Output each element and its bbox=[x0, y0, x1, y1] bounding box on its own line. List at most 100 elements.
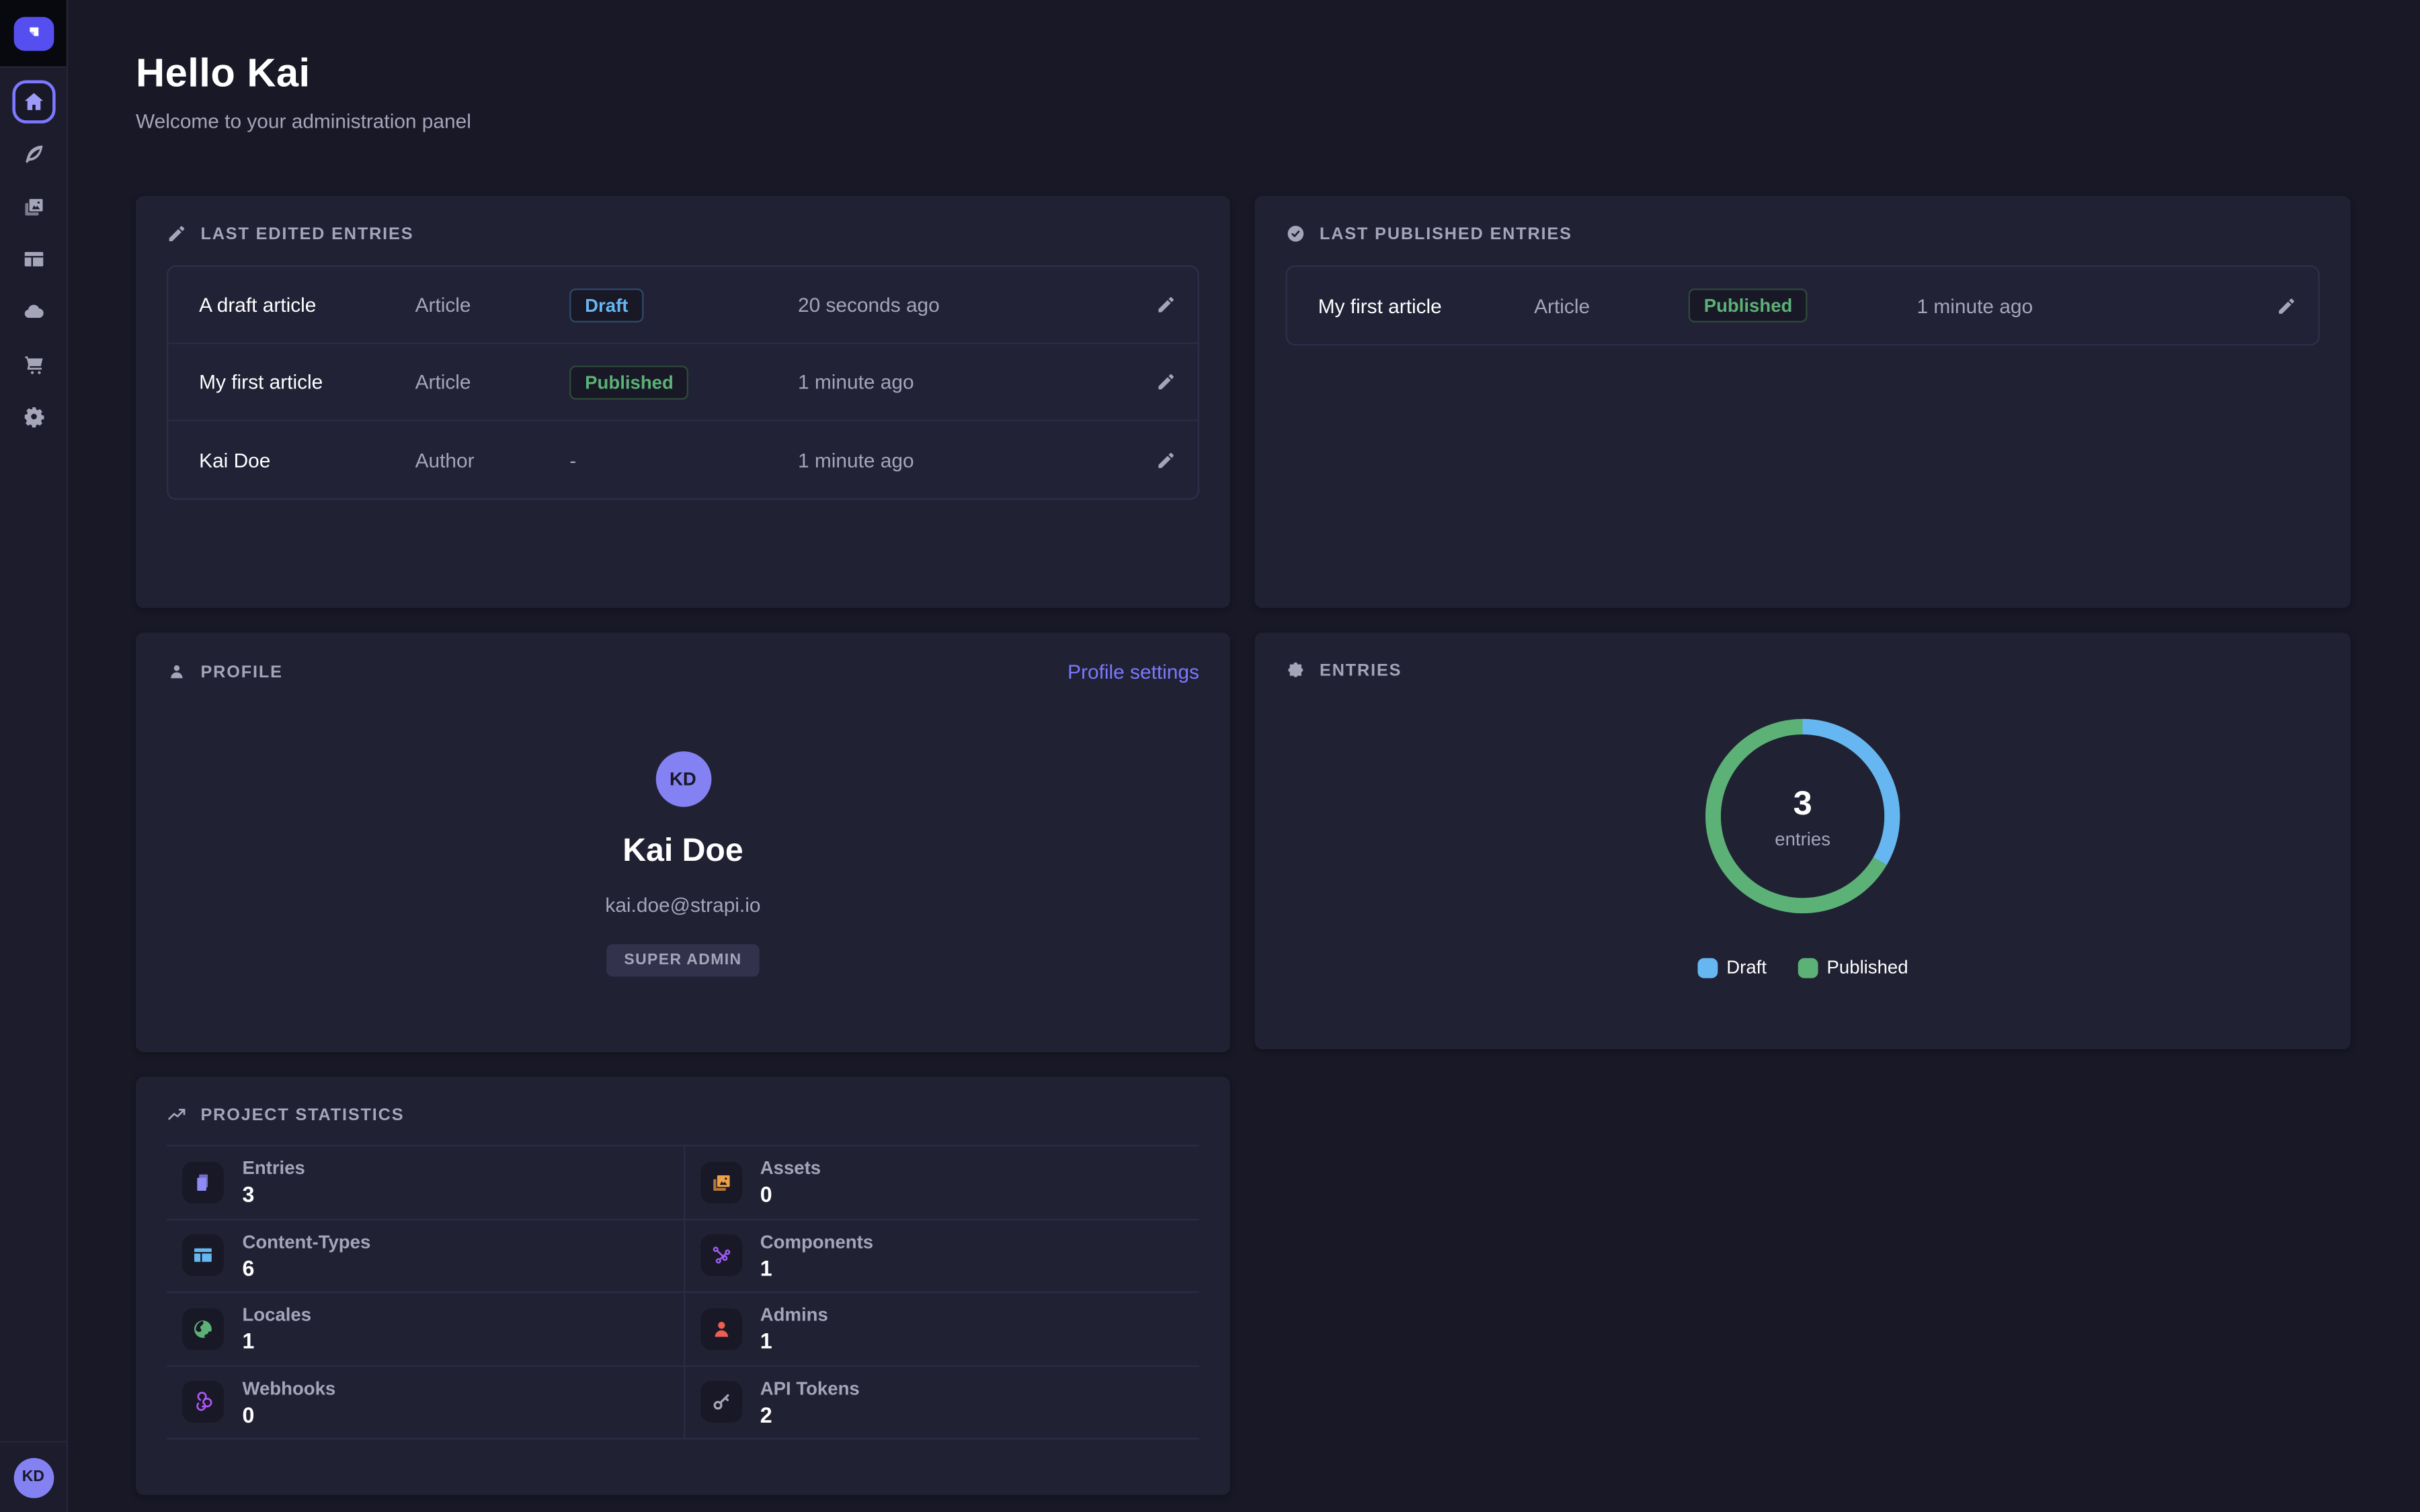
user-avatar[interactable]: KD bbox=[13, 1457, 54, 1497]
stat-value: 0 bbox=[760, 1182, 821, 1207]
entry-time: 1 minute ago bbox=[798, 448, 1130, 471]
key-icon bbox=[709, 1390, 732, 1413]
strapi-logo-icon[interactable] bbox=[13, 16, 54, 50]
entries-total-label: entries bbox=[1775, 828, 1830, 849]
sidebar: KD bbox=[0, 0, 68, 1512]
pencil-icon bbox=[167, 224, 187, 244]
images-icon bbox=[21, 194, 46, 219]
draft-swatch bbox=[1697, 958, 1718, 978]
edit-entry-button[interactable] bbox=[1156, 372, 1176, 392]
stat-item: Admins1 bbox=[683, 1293, 1199, 1366]
last-published-table: My first article Article Published 1 min… bbox=[1285, 265, 2319, 345]
stat-value: 2 bbox=[760, 1402, 860, 1427]
entry-type: Article bbox=[415, 293, 570, 316]
stat-item: Locales1 bbox=[167, 1293, 683, 1366]
stat-item: API Tokens 2 bbox=[683, 1366, 1199, 1439]
gear-icon bbox=[21, 405, 46, 429]
entry-type: Article bbox=[415, 370, 570, 393]
profile-name: Kai Doe bbox=[622, 833, 743, 870]
entry-type: Article bbox=[1534, 294, 1689, 317]
profile-card: PROFILE Profile settings KD Kai Doe kai.… bbox=[136, 632, 1230, 1052]
person-icon bbox=[709, 1317, 732, 1340]
entry-name: A draft article bbox=[199, 293, 415, 316]
stat-label: Content-Types bbox=[242, 1231, 370, 1253]
profile-avatar: KD bbox=[655, 751, 711, 807]
logo-area bbox=[0, 0, 67, 68]
card-title: ENTRIES bbox=[1320, 661, 1402, 680]
network-icon bbox=[709, 1244, 732, 1267]
app-window: KD Hello Kai Welcome to your administrat… bbox=[0, 0, 2420, 1512]
main-content: Hello Kai Welcome to your administration… bbox=[68, 0, 2420, 1512]
stat-value: 0 bbox=[242, 1402, 335, 1427]
home-icon bbox=[21, 89, 46, 114]
stat-item: Entries 3 bbox=[167, 1146, 683, 1220]
webhook-icon bbox=[192, 1390, 214, 1413]
document-icon bbox=[192, 1171, 214, 1193]
entries-total: 3 bbox=[1793, 783, 1812, 823]
sidebar-nav bbox=[0, 68, 67, 1441]
status-badge: Published bbox=[569, 365, 689, 399]
pencil-icon bbox=[1156, 450, 1176, 470]
stat-label: Locales bbox=[242, 1304, 311, 1326]
edit-entry-button[interactable] bbox=[2276, 296, 2296, 316]
table-row: My first article Article Published 1 min… bbox=[1287, 267, 2318, 344]
card-title: LAST PUBLISHED ENTRIES bbox=[1320, 224, 1572, 243]
check-circle-icon bbox=[1285, 224, 1305, 244]
stat-label: Components bbox=[760, 1231, 873, 1253]
entries-card: ENTRIES 3 entries bbox=[1255, 632, 2351, 1049]
sidebar-item-media-library[interactable] bbox=[11, 185, 54, 228]
entry-type: Author bbox=[415, 448, 570, 471]
feather-icon bbox=[21, 142, 46, 167]
stat-value: 1 bbox=[760, 1255, 873, 1280]
status-badge: - bbox=[569, 448, 576, 471]
page-subtitle: Welcome to your administration panel bbox=[136, 110, 2351, 132]
sidebar-item-deploy[interactable] bbox=[11, 290, 54, 333]
legend-label: Draft bbox=[1726, 956, 1767, 978]
profile-settings-link[interactable]: Profile settings bbox=[1067, 661, 1199, 683]
cloud-icon bbox=[21, 299, 46, 324]
stat-item: Assets0 bbox=[683, 1146, 1199, 1220]
sidebar-item-marketplace[interactable] bbox=[11, 343, 54, 386]
sidebar-footer: KD bbox=[0, 1441, 67, 1512]
edit-entry-button[interactable] bbox=[1156, 450, 1176, 470]
entry-name: My first article bbox=[1318, 294, 1534, 317]
pencil-icon bbox=[2276, 296, 2296, 316]
entry-time: 1 minute ago bbox=[798, 370, 1130, 393]
sidebar-item-content-manager[interactable] bbox=[11, 132, 54, 175]
last-edited-entries-card: LAST EDITED ENTRIES A draft article Arti… bbox=[136, 196, 1230, 608]
status-badge: Published bbox=[1689, 288, 1808, 323]
entry-name: My first article bbox=[199, 370, 415, 393]
page-title: Hello Kai bbox=[136, 49, 2351, 97]
entry-time: 20 seconds ago bbox=[798, 293, 1130, 316]
card-title: LAST EDITED ENTRIES bbox=[200, 224, 413, 243]
layout-icon bbox=[192, 1244, 214, 1267]
cart-icon bbox=[21, 351, 46, 376]
published-swatch bbox=[1798, 958, 1818, 978]
stat-label: Entries bbox=[242, 1158, 305, 1179]
puzzle-icon bbox=[1285, 661, 1305, 681]
edit-entry-button[interactable] bbox=[1156, 295, 1176, 315]
role-badge: SUPER ADMIN bbox=[607, 944, 759, 976]
entry-time: 1 minute ago bbox=[1917, 294, 2251, 317]
profile-email: kai.doe@strapi.io bbox=[605, 893, 760, 916]
table-row: A draft article Article Draft 20 seconds… bbox=[168, 267, 1197, 344]
sidebar-item-settings[interactable] bbox=[11, 395, 54, 438]
sidebar-item-home[interactable] bbox=[11, 80, 54, 123]
pencil-icon bbox=[1156, 372, 1176, 392]
stat-value: 6 bbox=[242, 1255, 370, 1280]
chart-legend: Draft Published bbox=[1697, 956, 1908, 978]
last-edited-table: A draft article Article Draft 20 seconds… bbox=[167, 265, 1199, 500]
stat-item: Content-Types6 bbox=[167, 1220, 683, 1293]
stat-label: API Tokens bbox=[760, 1378, 860, 1399]
status-badge: Draft bbox=[569, 288, 643, 322]
card-title: PROFILE bbox=[200, 663, 282, 681]
legend-label: Published bbox=[1827, 956, 1908, 978]
pencil-icon bbox=[1156, 295, 1176, 315]
layout-icon bbox=[21, 247, 46, 271]
sidebar-item-content-type-builder[interactable] bbox=[11, 238, 54, 281]
stat-value: 3 bbox=[242, 1182, 305, 1207]
trending-up-icon bbox=[167, 1105, 187, 1125]
table-row: My first article Article Published 1 min… bbox=[168, 344, 1197, 421]
stat-label: Webhooks bbox=[242, 1378, 335, 1399]
last-published-entries-card: LAST PUBLISHED ENTRIES My first article … bbox=[1255, 196, 2351, 608]
